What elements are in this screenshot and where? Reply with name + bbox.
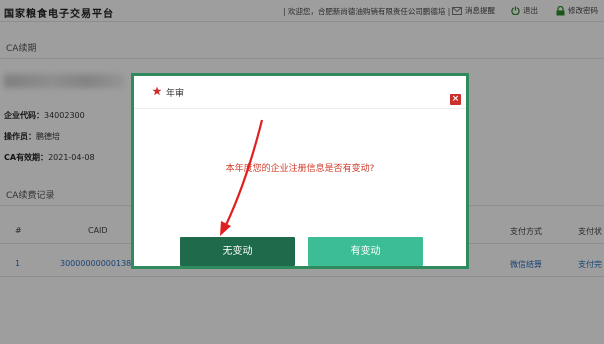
- dialog-header: 年审 ×: [134, 76, 466, 108]
- star-icon: [152, 86, 162, 99]
- has-change-button[interactable]: 有变动: [308, 237, 423, 266]
- dialog-divider: [134, 108, 466, 109]
- annual-review-dialog: 年审 × 本年度您的企业注册信息是否有变动? 无变动 有变动: [131, 73, 469, 269]
- no-change-button[interactable]: 无变动: [180, 237, 295, 266]
- dialog-title: 年审: [152, 86, 184, 99]
- close-button[interactable]: ×: [450, 94, 461, 105]
- dialog-title-text: 年审: [166, 89, 185, 99]
- close-icon: ×: [451, 94, 460, 104]
- dialog-question: 本年度您的企业注册信息是否有变动?: [225, 164, 375, 174]
